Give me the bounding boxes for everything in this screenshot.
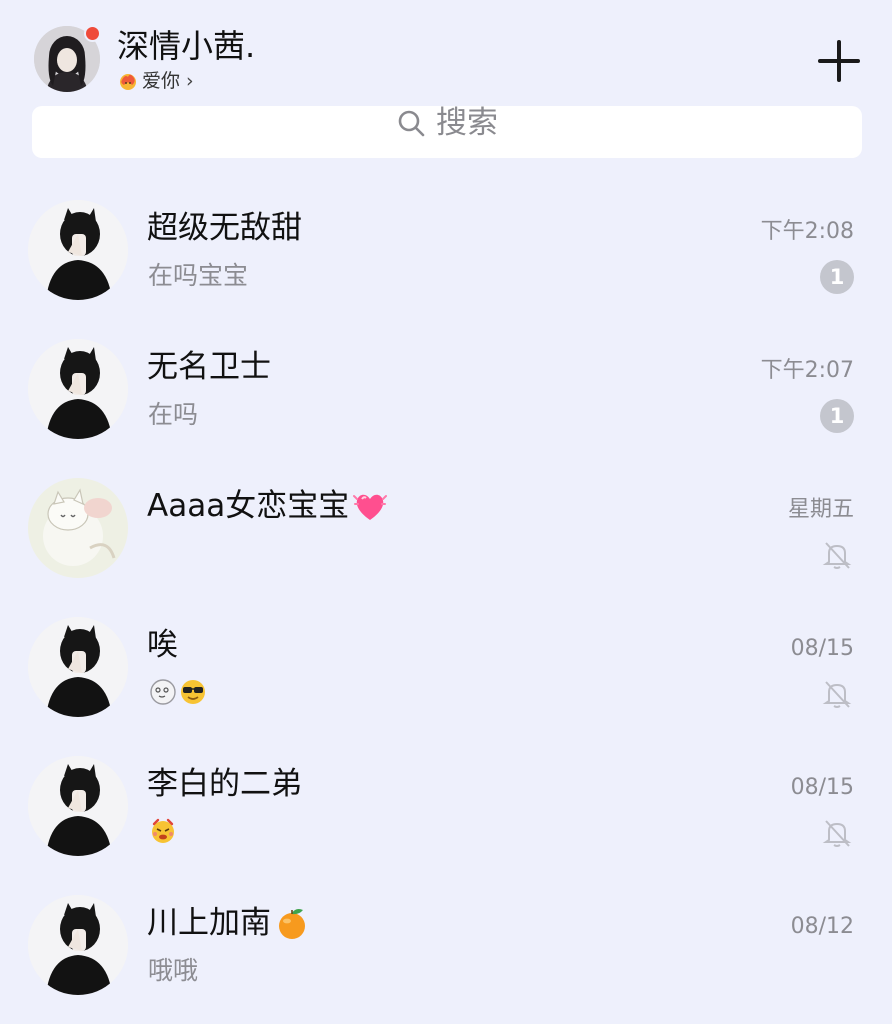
chat-preview: [148, 677, 208, 707]
chat-time: 08/15: [790, 636, 854, 661]
chat-name: 唉: [147, 627, 178, 663]
chat-item[interactable]: 无名卫士 在吗 下午2:07 1: [0, 317, 892, 456]
header: 深情小茜. 爱你 ›: [0, 0, 892, 106]
contact-avatar: [28, 339, 128, 439]
unread-badge: 1: [820, 399, 854, 433]
status-row[interactable]: 爱你 ›: [118, 68, 194, 94]
chat-name: 川上加南: [147, 903, 311, 943]
tangerine-emoji-icon: [273, 904, 311, 942]
search-placeholder: 搜索: [436, 105, 498, 141]
chat-name: 无名卫士: [147, 349, 271, 385]
chat-name: 李白的二弟: [147, 766, 302, 802]
angry-emoji-icon: [148, 816, 178, 846]
muted-bell-icon: [820, 538, 854, 572]
unread-badge: 1: [820, 260, 854, 294]
muted-bell-icon: [820, 816, 854, 850]
cat-face-sticker-icon: [148, 677, 178, 707]
contact-avatar: [28, 478, 128, 578]
contact-avatar: [28, 617, 128, 717]
chat-time: 下午2:08: [760, 219, 854, 244]
chat-item[interactable]: Aaaa女恋宝宝 星期五: [0, 456, 892, 595]
muted-bell-icon: [820, 677, 854, 711]
fire-emoji-icon: [118, 71, 138, 91]
sunglasses-emoji-icon: [178, 677, 208, 707]
chat-preview: 在吗: [148, 400, 199, 429]
contact-avatar: [28, 895, 128, 995]
chat-time: 08/12: [790, 914, 854, 939]
chat-preview: 哦哦: [148, 956, 199, 985]
profile-name[interactable]: 深情小茜.: [117, 26, 255, 66]
chat-item[interactable]: 唉 08/15: [0, 595, 892, 734]
pink-heart-emoji-icon: [351, 487, 389, 525]
chat-item[interactable]: 川上加南 哦哦 08/12: [0, 873, 892, 1012]
chat-name: 超级无敌甜: [147, 210, 302, 246]
status-text: 爱你: [142, 70, 181, 92]
chat-time: 08/15: [790, 775, 854, 800]
online-status-dot: [84, 25, 101, 42]
chat-time: 星期五: [787, 497, 854, 522]
chat-time: 下午2:07: [760, 358, 854, 383]
chat-item[interactable]: 超级无敌甜 在吗宝宝 下午2:08 1: [0, 178, 892, 317]
add-button[interactable]: [814, 36, 864, 86]
search-bar[interactable]: 搜索: [32, 105, 862, 158]
chat-preview: 在吗宝宝: [148, 261, 249, 290]
chat-item[interactable]: 李白的二弟 08/15: [0, 734, 892, 873]
plus-icon: [818, 40, 860, 82]
chevron-right-icon: ›: [186, 70, 194, 92]
search-icon: [396, 108, 426, 138]
chat-name: Aaaa女恋宝宝: [147, 486, 389, 526]
contact-avatar: [28, 200, 128, 300]
contact-avatar: [28, 756, 128, 856]
chat-preview: [148, 816, 178, 846]
